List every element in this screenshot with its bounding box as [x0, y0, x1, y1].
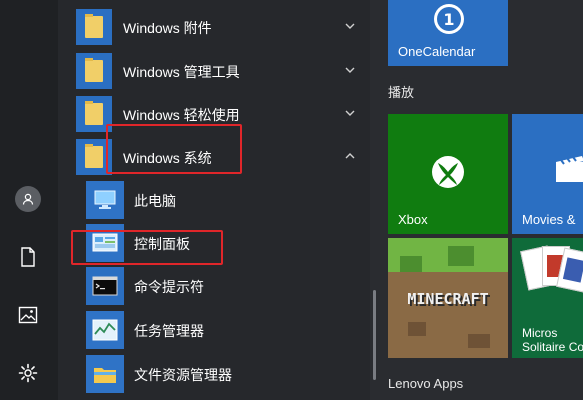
terminal-icon: [86, 267, 124, 305]
computer-icon: [86, 181, 124, 219]
tile-minecraft[interactable]: MINECRAFT: [388, 238, 508, 358]
highlight-box-windows-system: [106, 124, 242, 174]
tile-onecalendar[interactable]: 1 OneCalendar: [388, 0, 508, 66]
chevron-down-icon: [345, 23, 355, 29]
folder-label: Windows 管理工具: [123, 64, 240, 80]
gear-icon: [18, 363, 38, 383]
task-manager-icon: [86, 311, 124, 349]
app-label: 文件资源管理器: [134, 367, 232, 383]
folder-label: Windows 附件: [123, 20, 212, 36]
scrollbar[interactable]: [373, 290, 376, 380]
user-avatar-icon: [15, 186, 41, 212]
tile-label-line1: Micros: [522, 326, 558, 340]
tile-label: Movies &: [522, 212, 576, 227]
settings-button[interactable]: [14, 359, 42, 387]
app-this-pc[interactable]: 此电脑: [58, 179, 370, 221]
tile-label: OneCalendar: [398, 44, 476, 59]
calendar-icon: 1: [434, 4, 464, 34]
app-label: 命令提示符: [134, 279, 204, 295]
tile-movies[interactable]: Movies &: [512, 114, 583, 234]
app-label: 此电脑: [134, 193, 176, 209]
tile-label-line2: Solitaire Co: [522, 340, 583, 354]
minecraft-logo-text: MINECRAFT: [407, 290, 489, 308]
folder-label: Windows 轻松使用: [123, 107, 240, 123]
xbox-icon: [432, 156, 464, 188]
chevron-down-icon: [345, 67, 355, 73]
folder-windows-accessories[interactable]: Windows 附件: [58, 6, 370, 48]
start-left-rail: [0, 0, 58, 400]
chevron-down-icon: [345, 110, 355, 116]
dirt-block: [388, 272, 508, 358]
tile-solitaire[interactable]: Micros Solitaire Co: [512, 238, 583, 358]
documents-button[interactable]: [14, 243, 42, 271]
user-account-button[interactable]: [14, 185, 42, 213]
document-icon: [21, 247, 35, 267]
tile-xbox[interactable]: Xbox: [388, 114, 508, 234]
folder-icon: [76, 53, 112, 89]
chevron-up-icon: [345, 153, 355, 159]
highlight-box-control-panel: [71, 230, 223, 265]
app-list: Windows 附件 Windows 管理工具 Windows 轻松使用 Win…: [58, 0, 370, 400]
app-label: 任务管理器: [134, 323, 204, 339]
folder-windows-admin-tools[interactable]: Windows 管理工具: [58, 50, 370, 92]
tile-label: Xbox: [398, 212, 428, 227]
app-file-explorer[interactable]: 文件资源管理器: [58, 353, 370, 395]
film-icon: [556, 156, 583, 182]
pictures-button[interactable]: [14, 301, 42, 329]
pictures-icon: [18, 306, 38, 324]
group-label-play: 播放: [388, 85, 415, 100]
app-command-prompt[interactable]: 命令提示符: [58, 265, 370, 307]
app-task-manager[interactable]: 任务管理器: [58, 309, 370, 351]
svg-text:1: 1: [443, 10, 454, 29]
folder-icon: [76, 9, 112, 45]
start-tiles: 1 OneCalendar 播放 Xbox Movies & MINECRAFT…: [370, 0, 583, 400]
group-label-lenovo-apps: Lenovo Apps: [388, 376, 464, 391]
file-explorer-icon: [86, 355, 124, 393]
